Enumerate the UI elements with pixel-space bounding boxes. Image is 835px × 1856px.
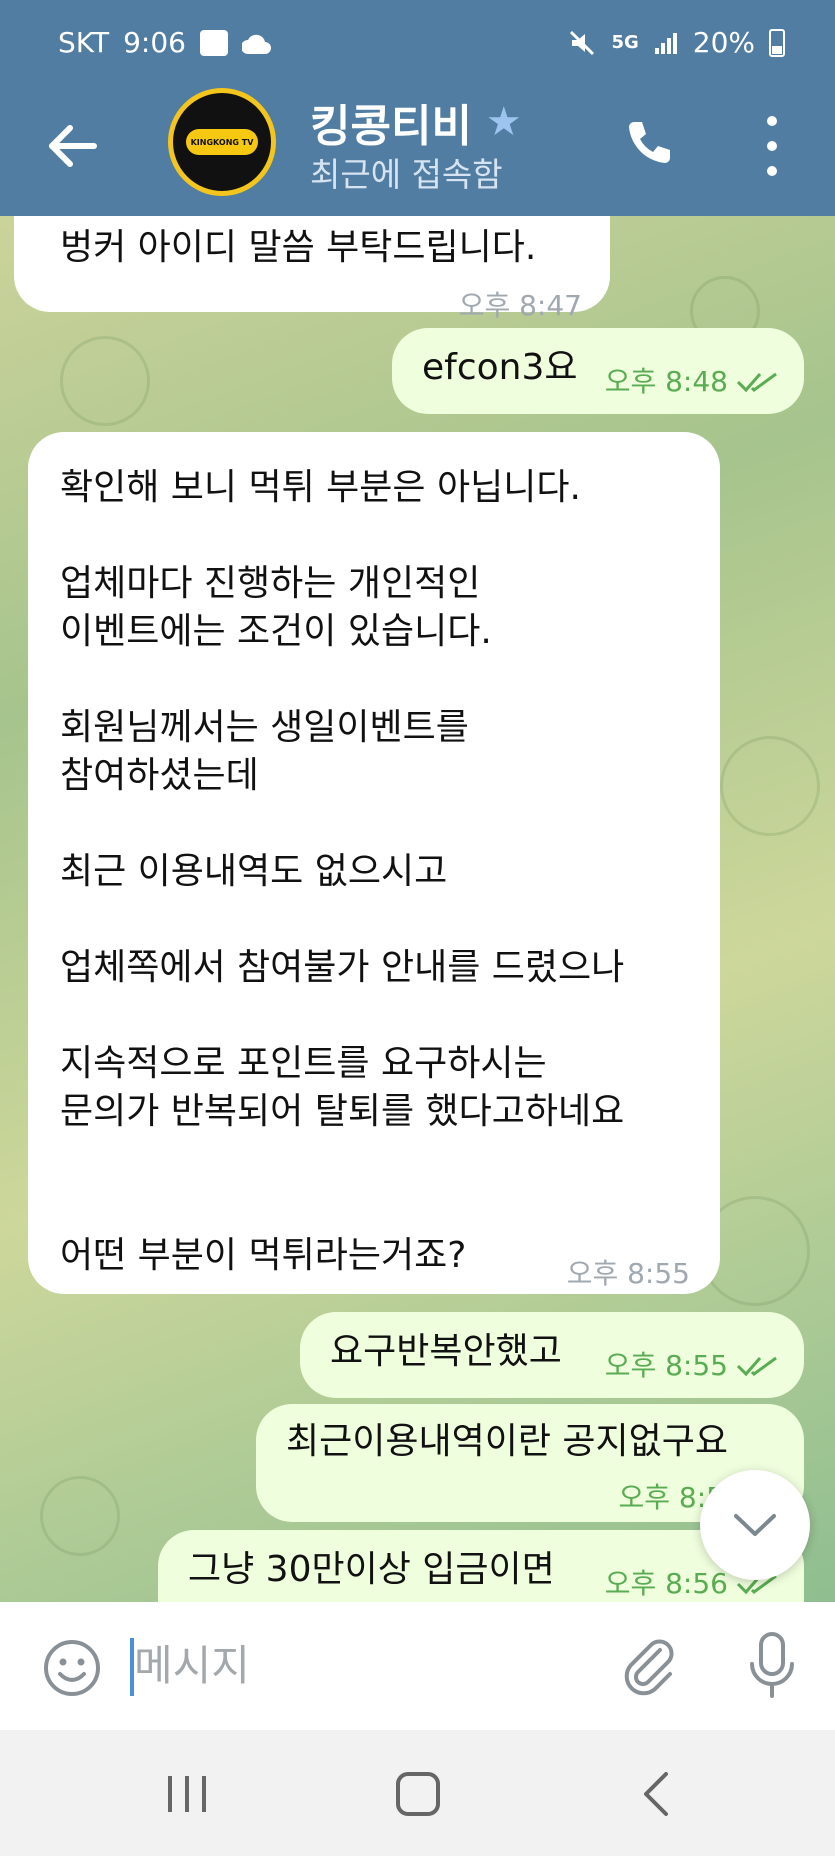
message-incoming[interactable]: 확인해 보니 먹튀 부분은 아닙니다. 업체마다 진행하는 개인적인 이벤트에는… (28, 432, 720, 1294)
message-input[interactable]: 메시지 (134, 1632, 250, 1693)
message-outgoing[interactable]: efcon3요 오후 8:48 (392, 328, 804, 414)
star-icon: ★ (485, 99, 522, 145)
mute-icon (570, 30, 595, 55)
phone-icon[interactable] (620, 116, 676, 172)
message-text: 최근이용내역이란 공지없구요 (286, 1421, 729, 1462)
network-label: 5G (611, 32, 639, 53)
recent-apps-icon[interactable] (164, 1774, 210, 1814)
avatar-logo: KINGKONG TV (186, 129, 258, 155)
message-meta: 오후 8:48 (605, 358, 780, 406)
message-meta: 오후 8:55 (567, 1250, 690, 1298)
message-text: 요구반복안했고 (330, 1331, 562, 1372)
message-text: 벙커 아이디 말씀 부탁드립니다. (60, 227, 537, 268)
status-bar: SKT 9:06 5G 20% (0, 0, 835, 86)
clock: 9:06 (123, 26, 186, 59)
battery-icon (769, 28, 785, 57)
message-text: efcon3요 (422, 347, 578, 388)
message-text: 그냥 30만이상 입금이면 (188, 1549, 555, 1590)
double-check-icon (736, 372, 777, 393)
top-bar: SKT 9:06 5G 20% KINGKONG TV 킹콩티비 ★ 최근에 접… (0, 0, 835, 216)
message-incoming[interactable]: 벙커 아이디 말씀 부탁드립니다. 오후 8:47 (14, 216, 610, 322)
cloud-icon (241, 34, 271, 54)
microphone-icon[interactable] (744, 1630, 800, 1702)
chevron-down-icon (734, 1514, 776, 1536)
message-time: 오후 8:56 (604, 1567, 728, 1600)
chat-title-text: 킹콩티비 (310, 101, 472, 152)
more-vert-icon[interactable] (760, 116, 784, 176)
battery-percent: 20% (692, 26, 755, 59)
last-seen: 최근에 접속함 (310, 155, 503, 194)
message-meta: 오후 8:55 (605, 1342, 780, 1390)
message-time: 오후 8:47 (458, 289, 582, 322)
chat-header: KINGKONG TV 킹콩티비 ★ 최근에 접속함 (0, 86, 835, 216)
message-meta: 오후 8:47 (459, 282, 582, 330)
carrier: SKT (58, 26, 110, 59)
avatar[interactable]: KINGKONG TV (168, 88, 276, 196)
message-time: 오후 8:55 (604, 1349, 728, 1382)
notification-icon (199, 29, 228, 56)
chat-area[interactable]: 벙커 아이디 말씀 부탁드립니다. 오후 8:47 efcon3요 오후 8:4… (0, 216, 835, 1602)
scroll-down-button[interactable] (700, 1470, 810, 1580)
emoji-icon[interactable] (42, 1638, 102, 1698)
home-icon[interactable] (396, 1772, 440, 1816)
message-composer: 메시지 (0, 1602, 835, 1730)
paperclip-icon[interactable] (620, 1636, 680, 1696)
double-check-icon (736, 1356, 777, 1377)
message-time: 오후 8:55 (566, 1257, 690, 1290)
message-text: 확인해 보니 먹튀 부분은 아닙니다. 업체마다 진행하는 개인적인 이벤트에는… (60, 467, 625, 1276)
system-nav-bar (0, 1730, 835, 1856)
message-outgoing[interactable]: 요구반복안했고 오후 8:55 (300, 1312, 804, 1398)
signal-icon (654, 32, 677, 54)
message-time: 오후 8:48 (604, 365, 728, 398)
back-arrow-icon[interactable] (44, 116, 104, 176)
nav-back-icon[interactable] (640, 1770, 670, 1818)
chat-title[interactable]: 킹콩티비 ★ (310, 90, 522, 154)
